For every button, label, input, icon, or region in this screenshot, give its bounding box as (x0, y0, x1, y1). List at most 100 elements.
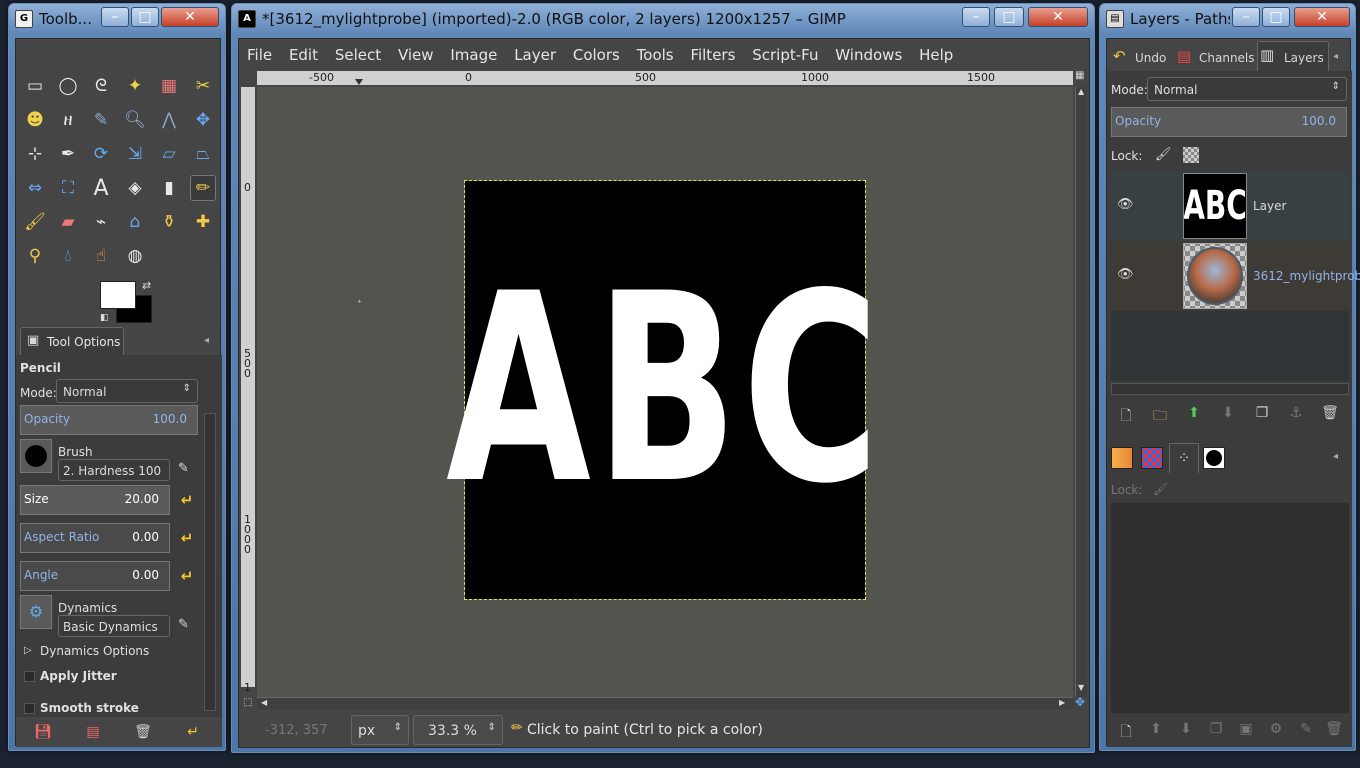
edit-brush-icon[interactable]: ✎ (178, 461, 189, 476)
dock-lock-pixels-icon[interactable]: 🖌︎ (1153, 482, 1168, 496)
close-button[interactable]: ✕ (161, 7, 219, 27)
new-group-icon[interactable]: 🗀 (1149, 405, 1171, 429)
dock-menu-icon[interactable]: ◂ (1333, 451, 1338, 462)
layer-thumbnail[interactable] (1183, 243, 1247, 309)
layers-maximize-button[interactable]: □ (1262, 7, 1290, 27)
dock-delete-icon[interactable]: 🗑︎ (1323, 721, 1345, 737)
crop-icon[interactable]: ✒ (55, 141, 81, 167)
image-minimize-button[interactable]: – (962, 7, 990, 27)
menu-select[interactable]: Select (335, 46, 381, 64)
scroll-down-icon[interactable]: ▼ (1078, 683, 1084, 692)
tab-layers[interactable]: ▥ Layers (1257, 41, 1329, 71)
zoom-icon[interactable]: 🔍︎ (122, 107, 148, 133)
default-colors-icon[interactable]: ◧ (100, 313, 109, 323)
paintbrush-icon[interactable]: 🖌︎ (22, 209, 48, 235)
anchor-layer-icon[interactable]: ⚓ (1285, 405, 1307, 421)
reset-aspect-icon[interactable]: ↵ (178, 529, 196, 547)
navigate-icon[interactable]: ▦ (1075, 70, 1084, 81)
apply-jitter-checkbox[interactable] (24, 671, 35, 682)
canvas-area[interactable]: ABC ⁺ (257, 87, 1073, 697)
bucket-fill-icon[interactable]: ◈ (122, 175, 148, 201)
menu-windows[interactable]: Windows (835, 46, 902, 64)
layer-row[interactable]: 👁︎ 3612_mylightprobe (1111, 241, 1360, 311)
raise-layer-icon[interactable]: ⬆ (1183, 405, 1205, 421)
vertical-scrollbar[interactable]: ▲ ▼ (1075, 87, 1087, 697)
scroll-up-icon[interactable]: ▲ (1078, 87, 1084, 96)
flip-icon[interactable]: ⇔ (22, 175, 48, 201)
delete-layer-icon[interactable]: 🗑︎ (1319, 405, 1341, 421)
duplicate-layer-icon[interactable]: ❐ (1251, 405, 1273, 421)
swap-colors-icon[interactable]: ⇄ (142, 279, 151, 292)
image-canvas[interactable]: ABC (446, 180, 880, 600)
move-icon[interactable]: ✥ (190, 107, 216, 133)
ellipse-select-icon[interactable]: ◯ (55, 73, 81, 99)
tab-undo[interactable]: ↶ Undo (1111, 43, 1173, 71)
menu-help[interactable]: Help (919, 46, 953, 64)
select-by-color-icon[interactable]: ▦ (156, 73, 182, 99)
layer-opacity-slider[interactable]: Opacity 100.0 (1111, 107, 1347, 137)
text-icon[interactable]: A (88, 175, 114, 201)
restore-options-icon[interactable]: ▤ (82, 724, 104, 740)
foreground-color-swatch[interactable] (100, 281, 136, 309)
heal-icon[interactable]: ✚ (190, 209, 216, 235)
layers-titlebar[interactable]: ▤ Layers - Paths – □ ✕ (1100, 4, 1355, 34)
tab-tool-options[interactable]: ▣ Tool Options (20, 327, 124, 355)
angle-slider[interactable]: Angle 0.00 (20, 561, 170, 591)
layer-mode-select[interactable]: Normal ⇕ (1147, 77, 1347, 101)
menu-filters[interactable]: Filters (690, 46, 735, 64)
dynamics-preview[interactable]: ⚙ (20, 595, 52, 629)
tab-channels[interactable]: ▤ Channels (1175, 43, 1255, 71)
cage-icon[interactable]: ⛶ (55, 175, 81, 201)
dynamics-field[interactable]: Basic Dynamics (58, 615, 170, 637)
dock-fill-icon[interactable]: ▣ (1235, 721, 1257, 737)
align-icon[interactable]: ⊹ (22, 141, 48, 167)
layer-thumbnail[interactable]: ABC (1183, 173, 1247, 239)
horizontal-scrollbar[interactable]: ◀ ▶ (257, 697, 1073, 709)
vertical-ruler[interactable]: 0 5 0 0 1 0 0 0 1 (241, 87, 255, 694)
minimize-button[interactable]: – (101, 7, 129, 27)
menu-colors[interactable]: Colors (573, 46, 620, 64)
smooth-stroke-checkbox[interactable] (24, 703, 35, 714)
lock-pixels-icon[interactable]: 🖌︎ (1155, 147, 1172, 162)
menu-image[interactable]: Image (450, 46, 497, 64)
airbrush-icon[interactable]: ⌁ (88, 209, 114, 235)
save-options-icon[interactable]: 💾︎ (32, 724, 54, 740)
maximize-button[interactable]: □ (131, 7, 159, 27)
scroll-right-icon[interactable]: ▶ (1059, 698, 1065, 707)
tab-brushes[interactable] (1203, 447, 1225, 469)
new-layer-icon[interactable]: 🗋 (1115, 405, 1137, 429)
visibility-eye-icon[interactable]: 👁︎ (1117, 197, 1134, 212)
blend-icon[interactable]: ▮ (156, 175, 182, 201)
dock-duplicate-icon[interactable]: ❐ (1205, 721, 1227, 737)
layer-list-hscroll[interactable] (1111, 383, 1349, 395)
dock-lower-icon[interactable]: ⬇ (1175, 721, 1197, 737)
rotate-icon[interactable]: ⟳ (88, 141, 114, 167)
dock-raise-icon[interactable]: ⬆ (1145, 721, 1167, 737)
perspective-clone-icon[interactable]: ⚲ (22, 243, 48, 269)
layer-name[interactable]: Layer (1253, 199, 1286, 213)
dock-edit-icon[interactable]: ⚙ (1265, 721, 1287, 737)
zoom-select[interactable]: 33.3 % ⇕ (413, 715, 503, 745)
toolbox-titlebar[interactable]: G Toolb... – □ ✕ (9, 4, 225, 34)
reset-angle-icon[interactable]: ↵ (178, 567, 196, 585)
brush-preview[interactable] (20, 439, 52, 473)
expand-triangle-icon[interactable]: ▷ (24, 645, 32, 656)
paths-icon[interactable]: ዘ (55, 107, 81, 133)
image-titlebar[interactable]: A *[3612_mylightprobe] (imported)-2.0 (R… (232, 4, 1094, 34)
dock-new-icon[interactable]: 🗋 (1115, 721, 1137, 745)
unit-select[interactable]: px ⇕ (351, 715, 409, 745)
mode-select[interactable]: Normal ⇕ (56, 379, 198, 403)
opacity-slider[interactable]: Opacity 100.0 (20, 405, 198, 435)
zoom-fit-icon[interactable]: ✥ (1075, 695, 1085, 709)
delete-options-icon[interactable]: 🗑︎ (132, 724, 154, 740)
ink-icon[interactable]: ⌂ (122, 209, 148, 235)
layer-row[interactable]: 👁︎ ABC Layer (1111, 171, 1349, 241)
reset-size-icon[interactable]: ↵ (178, 491, 196, 509)
dynamics-options-expander[interactable]: Dynamics Options (40, 644, 149, 658)
free-select-icon[interactable]: ᘓ (88, 73, 114, 99)
menu-file[interactable]: File (247, 46, 272, 64)
menu-edit[interactable]: Edit (289, 46, 318, 64)
horizontal-ruler[interactable]: -500 0 500 1000 1500 (257, 71, 1073, 85)
foreground-select-icon[interactable]: ☻ (22, 107, 48, 133)
lower-layer-icon[interactable]: ⬇ (1217, 405, 1239, 421)
